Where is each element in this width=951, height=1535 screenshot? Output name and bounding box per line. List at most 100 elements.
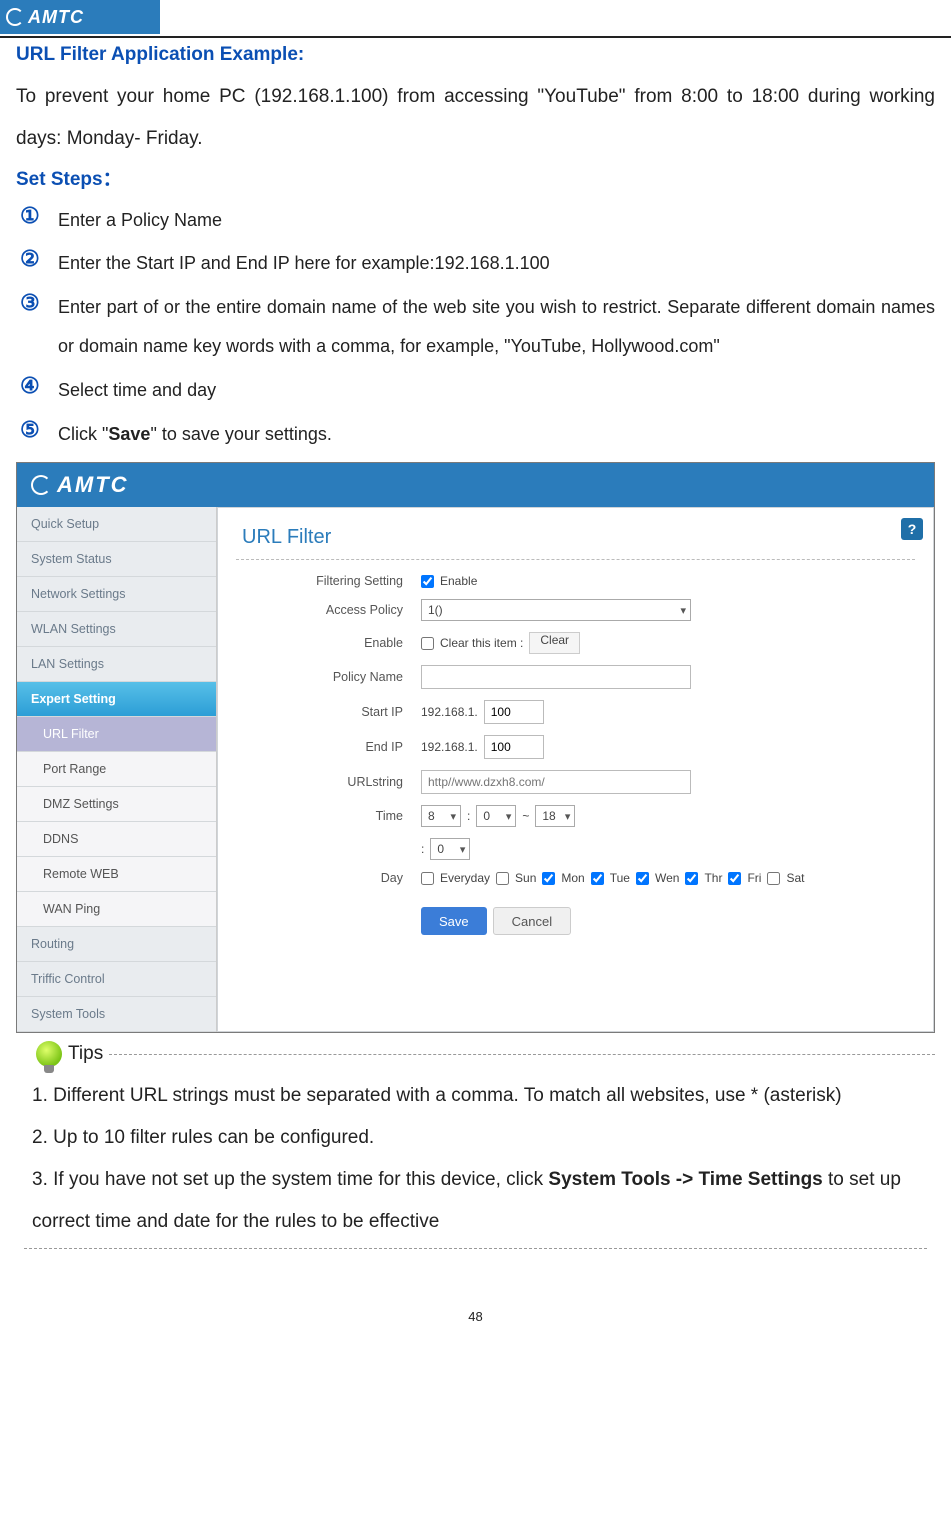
checkbox-mon[interactable] [542, 872, 555, 885]
logo-swirl-icon [6, 8, 24, 26]
checkbox-everyday[interactable] [421, 872, 434, 885]
start-ip-prefix: 192.168.1. [421, 705, 478, 719]
sidebar-item-lan-settings[interactable]: LAN Settings [17, 647, 216, 682]
input-url[interactable] [421, 770, 691, 794]
select-access-policy[interactable]: 1() [421, 599, 691, 621]
sidebar-item-remote-web[interactable]: Remote WEB [17, 857, 216, 892]
end-ip-prefix: 192.168.1. [421, 740, 478, 754]
sidebar-item-traffic[interactable]: Triffic Control [17, 962, 216, 997]
time-colon-1: : [467, 809, 470, 823]
time-colon-2: : [421, 842, 424, 856]
row-enable: Enable Clear this item : Clear [236, 632, 915, 654]
row-day: Day Everyday Sun Mon Tue Wen Thr Fri Sat [236, 871, 915, 885]
steps-heading: Set Steps： [16, 164, 935, 191]
sidebar-item-expert-setting[interactable]: Expert Setting [17, 682, 216, 717]
checkbox-tue[interactable] [591, 872, 604, 885]
select-time-m1[interactable]: 0 [476, 805, 516, 827]
tips-header: Tips [36, 1041, 935, 1067]
step-1-text: Enter a Policy Name [58, 210, 222, 230]
num-icon-1: ① [20, 205, 40, 227]
day-thr: Thr [704, 871, 722, 885]
num-icon-5: ⑤ [20, 419, 40, 441]
row-policy-name: Policy Name [236, 665, 915, 689]
label-url: URLstring [236, 775, 421, 789]
input-policy-name[interactable] [421, 665, 691, 689]
brand-name: AMTC [28, 7, 84, 28]
checkbox-clear-item[interactable] [421, 637, 434, 650]
step-5-pre: Click " [58, 424, 108, 444]
day-sat: Sat [786, 871, 804, 885]
day-mon: Mon [561, 871, 584, 885]
tip-2: 2. Up to 10 filter rules can be configur… [32, 1117, 919, 1159]
page-number: 48 [0, 1309, 951, 1344]
row-time-2: : 0 [236, 838, 915, 860]
checkbox-fri[interactable] [728, 872, 741, 885]
step-5-save: Save [108, 424, 150, 444]
sidebar-item-quick-setup[interactable]: Quick Setup [17, 507, 216, 542]
label-enable: Enable [236, 636, 421, 650]
ui-topbar: AMTC [17, 463, 934, 507]
panel-title: URL Filter [242, 526, 915, 549]
step-5-post: " to save your settings. [150, 424, 331, 444]
label-access-policy: Access Policy [236, 603, 421, 617]
brand-header: AMTC [0, 0, 160, 34]
label-policy-name: Policy Name [236, 670, 421, 684]
step-1: ① Enter a Policy Name [20, 201, 935, 241]
sidebar-item-wlan-settings[interactable]: WLAN Settings [17, 612, 216, 647]
ui-sidebar: Quick Setup System Status Network Settin… [17, 507, 217, 1032]
tips-list: 1. Different URL strings must be separat… [16, 1075, 935, 1242]
sidebar-item-system-status[interactable]: System Status [17, 542, 216, 577]
input-start-ip[interactable] [484, 700, 544, 724]
intro-paragraph: To prevent your home PC (192.168.1.100) … [16, 76, 935, 160]
save-button[interactable]: Save [421, 907, 487, 935]
day-wen: Wen [655, 871, 679, 885]
select-time-h2[interactable]: 18 [535, 805, 575, 827]
router-ui-screenshot: AMTC Quick Setup System Status Network S… [16, 462, 935, 1033]
step-2-text: Enter the Start IP and End IP here for e… [58, 253, 550, 273]
clear-button[interactable]: Clear [529, 632, 580, 654]
header-divider [0, 36, 951, 38]
row-url: URLstring [236, 770, 915, 794]
checkbox-thr[interactable] [685, 872, 698, 885]
step-5: ⑤ Click "Save" to save your settings. [20, 415, 935, 455]
num-icon-4: ④ [20, 375, 40, 397]
clear-item-text: Clear this item : [440, 636, 523, 650]
ui-logo-swirl-icon [31, 475, 51, 495]
row-end-ip: End IP 192.168.1. [236, 735, 915, 759]
tip-3-pre: 3. If you have not set up the system tim… [32, 1169, 548, 1190]
cancel-button[interactable]: Cancel [493, 907, 571, 935]
ui-brand: AMTC [57, 472, 129, 498]
bottom-dashed-line [24, 1248, 927, 1249]
label-filtering: Filtering Setting [236, 574, 421, 588]
step-3: ③ Enter part of or the entire domain nam… [20, 288, 935, 367]
sidebar-item-port-range[interactable]: Port Range [17, 752, 216, 787]
sidebar-item-network-settings[interactable]: Network Settings [17, 577, 216, 612]
sidebar-item-wan-ping[interactable]: WAN Ping [17, 892, 216, 927]
step-4-text: Select time and day [58, 380, 216, 400]
day-fri: Fri [747, 871, 761, 885]
select-time-m2[interactable]: 0 [430, 838, 470, 860]
sidebar-item-dmz[interactable]: DMZ Settings [17, 787, 216, 822]
checkbox-sat[interactable] [767, 872, 780, 885]
lightbulb-icon [36, 1041, 62, 1067]
day-everyday: Everyday [440, 871, 490, 885]
row-start-ip: Start IP 192.168.1. [236, 700, 915, 724]
sidebar-item-ddns[interactable]: DDNS [17, 822, 216, 857]
sidebar-item-url-filter[interactable]: URL Filter [17, 717, 216, 752]
label-end-ip: End IP [236, 740, 421, 754]
sidebar-item-routing[interactable]: Routing [17, 927, 216, 962]
help-icon[interactable]: ? [901, 518, 923, 540]
filtering-enable-text: Enable [440, 574, 477, 588]
select-time-h1[interactable]: 8 [421, 805, 461, 827]
row-buttons: Save Cancel [236, 907, 915, 935]
num-icon-3: ③ [20, 292, 40, 314]
checkbox-filtering-enable[interactable] [421, 575, 434, 588]
checkbox-sun[interactable] [496, 872, 509, 885]
checkbox-wen[interactable] [636, 872, 649, 885]
label-time: Time [236, 809, 421, 823]
row-filtering: Filtering Setting Enable [236, 574, 915, 588]
input-end-ip[interactable] [484, 735, 544, 759]
sidebar-item-system-tools[interactable]: System Tools [17, 997, 216, 1032]
ui-main-panel: ? URL Filter Filtering Setting Enable Ac… [217, 507, 934, 1032]
row-time: Time 8 : 0 ~ 18 [236, 805, 915, 827]
